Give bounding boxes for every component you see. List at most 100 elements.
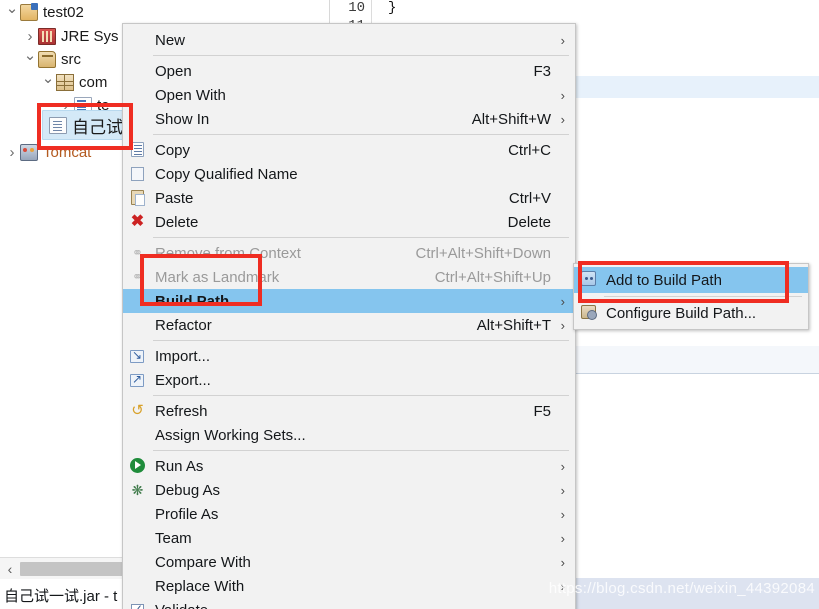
jre-library-icon: [38, 27, 56, 45]
package-icon: [56, 73, 74, 91]
tree-item-label: test02: [43, 3, 84, 21]
menu-item-replace-with[interactable]: Replace With ›: [123, 574, 575, 598]
menu-item-shortcut: Ctrl+C: [508, 141, 551, 159]
chevron-right-icon: ›: [560, 87, 565, 103]
chevron-down-icon[interactable]: [40, 73, 56, 91]
status-bar-text: 自己试一试.jar - t: [4, 587, 118, 605]
eclipse-ide-screenshot: 10 11 } tion Console ✖ on] C:\Program Fi…: [0, 0, 819, 609]
menu-item-label: Run As: [155, 457, 204, 475]
menu-item-label: Refactor: [155, 316, 212, 334]
tree-item-com[interactable]: com: [40, 70, 107, 94]
menu-item-label: Add to Build Path: [606, 271, 722, 289]
menu-separator: [153, 55, 569, 56]
menu-item-label: Profile As: [155, 505, 219, 523]
delete-icon: ✖: [130, 213, 145, 230]
menu-item-configure-build-path[interactable]: Configure Build Path...: [574, 300, 808, 326]
tree-item-src[interactable]: src: [22, 47, 81, 71]
menu-item-copy[interactable]: Copy Ctrl+C: [123, 138, 575, 162]
menu-item-shortcut: Delete: [507, 213, 551, 231]
project-explorer-context-menu[interactable]: New › Open F3 Open With › Show In Alt+Sh…: [122, 23, 576, 609]
menu-item-label: Mark as Landmark: [155, 268, 280, 286]
menu-item-shortcut: Alt+Shift+W: [471, 110, 551, 128]
chevron-right-icon[interactable]: [4, 144, 20, 161]
remove-context-icon: ⚭: [132, 245, 143, 260]
tree-item-jre-system-library[interactable]: JRE Sys: [22, 24, 119, 48]
debug-icon: ❋: [131, 482, 144, 498]
menu-item-export[interactable]: Export...: [123, 368, 575, 392]
copy-qualified-icon: [131, 167, 144, 181]
menu-item-label: Delete: [155, 213, 199, 231]
menu-item-label: Import...: [155, 347, 211, 365]
menu-item-run-as[interactable]: Run As ›: [123, 454, 575, 478]
menu-item-debug-as[interactable]: ❋ Debug As ›: [123, 478, 575, 502]
menu-separator: [153, 395, 569, 396]
tree-item-label: Tomcat: [43, 143, 92, 161]
menu-item-label: Copy: [155, 141, 191, 159]
chevron-right-icon: ›: [560, 111, 565, 127]
chevron-right-icon: ›: [560, 554, 565, 570]
export-icon: [130, 372, 144, 387]
add-to-build-path-icon: [581, 271, 596, 286]
menu-item-shortcut: F5: [533, 402, 551, 420]
refresh-icon: ↺: [131, 402, 144, 419]
menu-item-refactor[interactable]: Refactor Alt+Shift+T ›: [123, 313, 575, 337]
scroll-left-arrow-icon[interactable]: ‹: [0, 559, 20, 579]
menu-separator: [153, 134, 569, 135]
menu-item-label: Replace With: [155, 577, 245, 595]
menu-item-import[interactable]: Import...: [123, 344, 575, 368]
menu-item-label: Paste: [155, 189, 194, 207]
menu-item-label: Show In: [155, 110, 210, 128]
menu-item-delete[interactable]: ✖ Delete Delete: [123, 210, 575, 234]
menu-item-label: Build Path: [155, 292, 230, 310]
menu-item-label: Copy Qualified Name: [155, 165, 298, 183]
menu-item-add-to-build-path[interactable]: Add to Build Path: [574, 267, 808, 293]
validate-check-icon: [131, 602, 144, 609]
chevron-down-icon[interactable]: [22, 50, 38, 68]
configure-build-path-icon: [581, 305, 597, 320]
menu-item-build-path[interactable]: Build Path ›: [123, 289, 575, 313]
menu-item-label: Compare With: [155, 553, 251, 571]
tree-item-test02[interactable]: test02: [4, 0, 84, 24]
jar-file-icon: [49, 116, 67, 134]
chevron-right-icon: ›: [560, 506, 565, 522]
menu-item-label: Refresh: [155, 402, 208, 420]
tree-item-label: JRE Sys: [61, 27, 119, 45]
menu-item-shortcut: Ctrl+Alt+Shift+Up: [434, 268, 551, 286]
menu-item-new[interactable]: New ›: [123, 28, 575, 52]
menu-item-label: Team: [155, 529, 192, 547]
menu-item-shortcut: F3: [533, 62, 551, 80]
menu-item-show-in[interactable]: Show In Alt+Shift+W ›: [123, 107, 575, 131]
menu-separator: [153, 237, 569, 238]
chevron-right-icon: ›: [560, 578, 565, 594]
menu-item-paste[interactable]: Paste Ctrl+V: [123, 186, 575, 210]
tree-item-label: com: [79, 73, 108, 91]
chevron-right-icon[interactable]: [22, 28, 38, 45]
menu-item-open[interactable]: Open F3: [123, 59, 575, 83]
menu-item-remove-from-context: ⚭ Remove from Context Ctrl+Alt+Shift+Dow…: [123, 241, 575, 265]
menu-item-team[interactable]: Team ›: [123, 526, 575, 550]
chevron-right-icon: ›: [560, 32, 565, 48]
menu-item-label: New: [155, 31, 186, 49]
build-path-submenu[interactable]: Add to Build Path Configure Build Path..…: [573, 263, 809, 330]
menu-item-shortcut: Alt+Shift+T: [476, 316, 551, 334]
menu-item-label: Assign Working Sets...: [155, 426, 306, 444]
menu-item-assign-working-sets[interactable]: Assign Working Sets...: [123, 423, 575, 447]
menu-item-refresh[interactable]: ↺ Refresh F5: [123, 399, 575, 423]
menu-item-label: Export...: [155, 371, 211, 389]
copy-icon: [131, 142, 144, 157]
chevron-right-icon: ›: [560, 482, 565, 498]
menu-item-compare-with[interactable]: Compare With ›: [123, 550, 575, 574]
tree-item-label: src: [61, 50, 81, 68]
menu-item-open-with[interactable]: Open With ›: [123, 83, 575, 107]
menu-item-profile-as[interactable]: Profile As ›: [123, 502, 575, 526]
menu-item-mark-as-landmark: ⚭ Mark as Landmark Ctrl+Alt+Shift+Up: [123, 265, 575, 289]
menu-item-validate[interactable]: Validate: [123, 598, 575, 609]
menu-item-label: Configure Build Path...: [606, 304, 757, 322]
chevron-down-icon[interactable]: [4, 3, 20, 21]
menu-item-shortcut: Ctrl+V: [508, 189, 551, 207]
menu-item-label: Remove from Context: [155, 244, 301, 262]
menu-separator: [604, 296, 802, 297]
code-text: }: [388, 0, 397, 16]
tree-item-tomcat[interactable]: Tomcat: [4, 140, 91, 164]
menu-item-copy-qualified-name[interactable]: Copy Qualified Name: [123, 162, 575, 186]
